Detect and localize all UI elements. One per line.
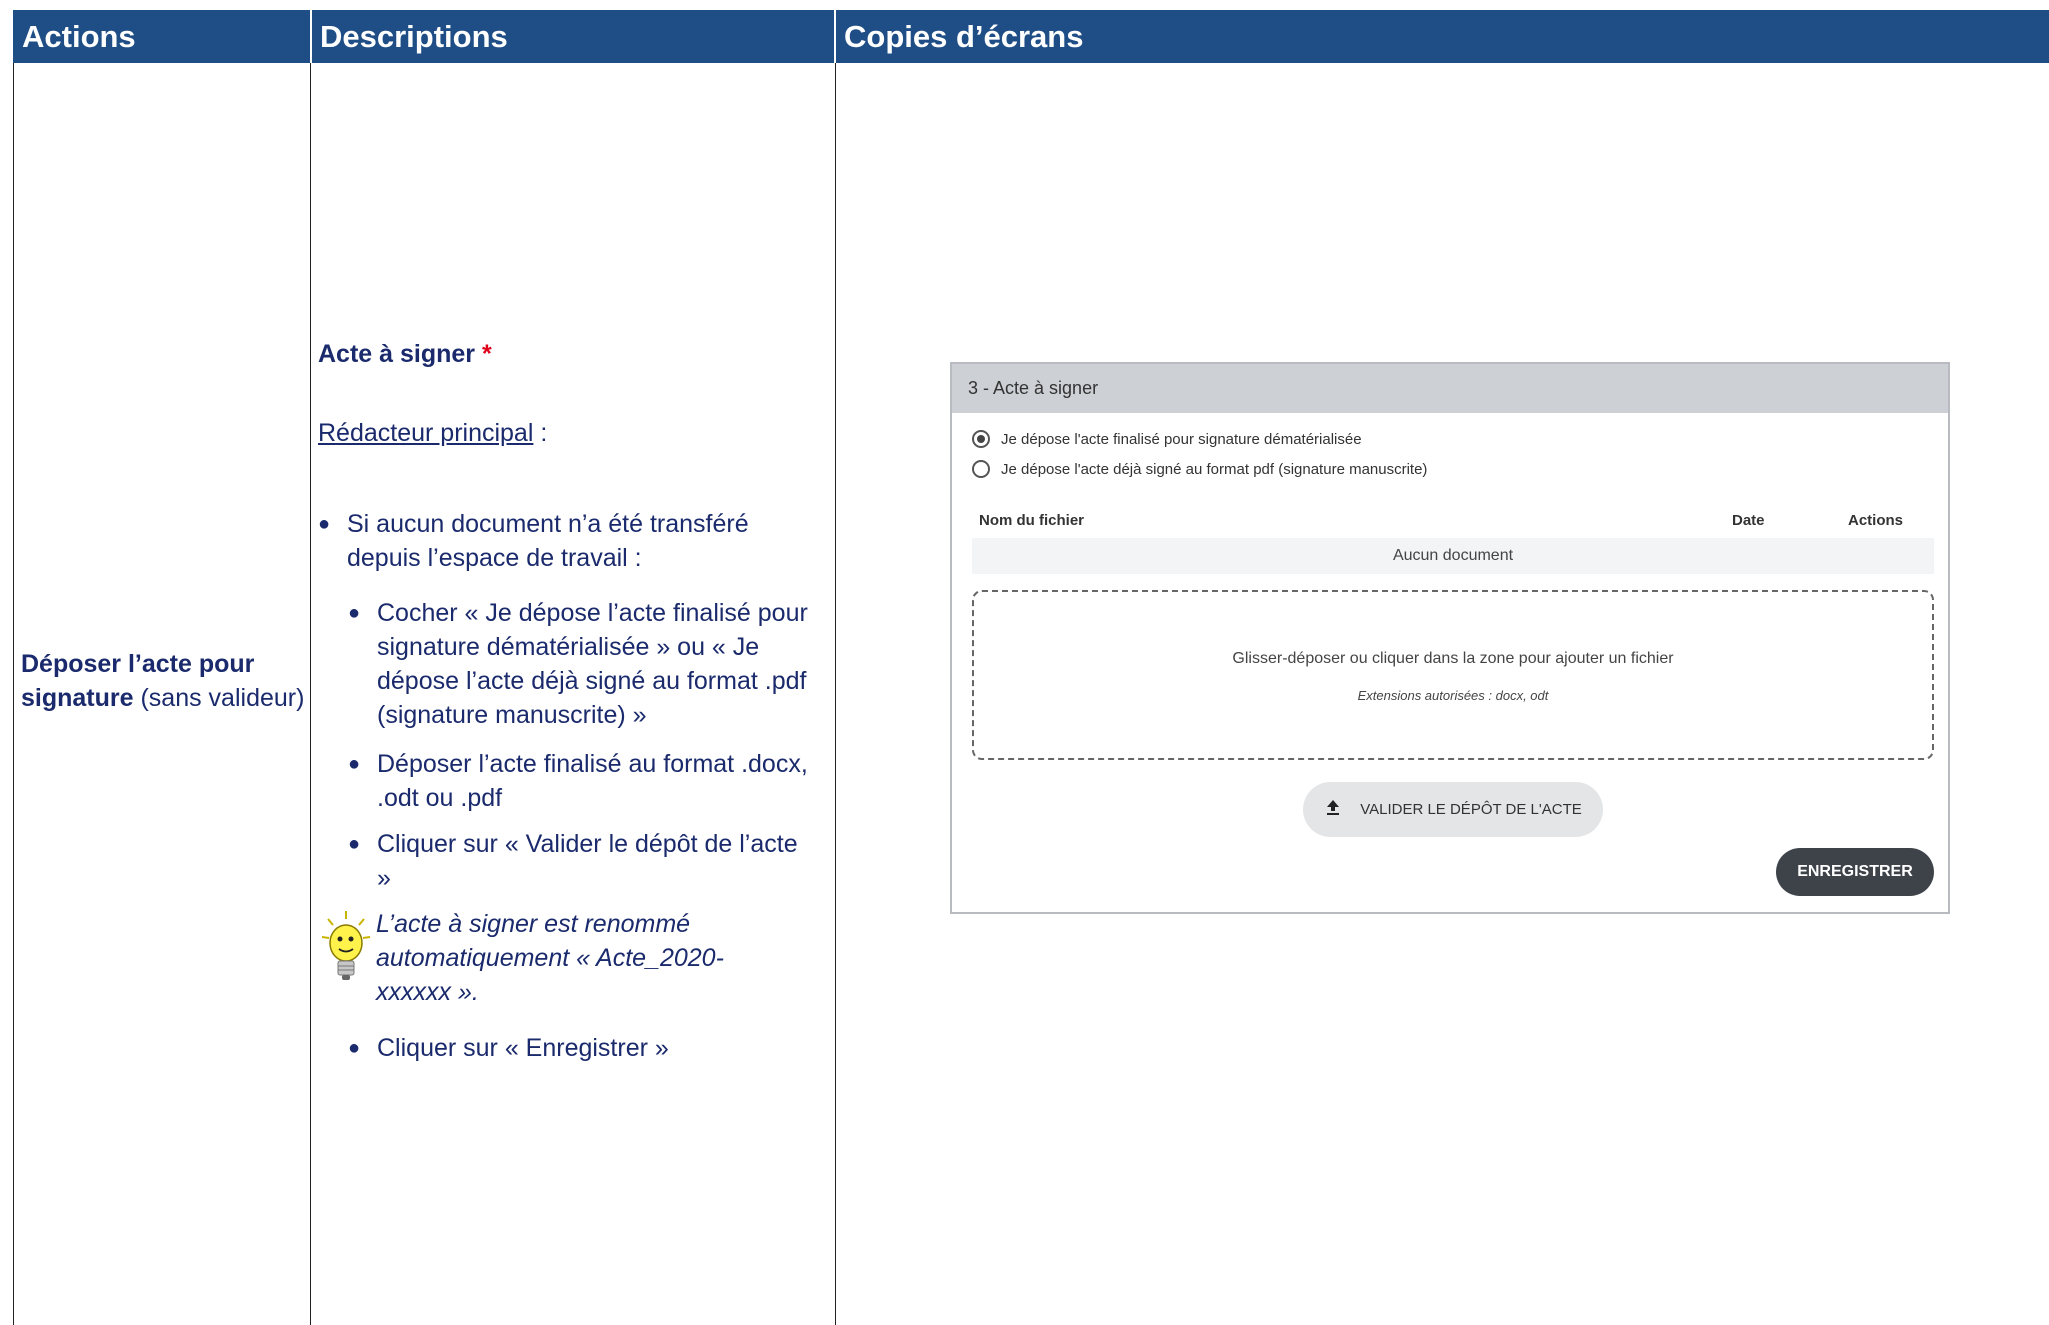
file-dropzone[interactable]: Glisser-déposer ou cliquer dans la zone …	[972, 590, 1934, 760]
column-header-actions: Actions	[1848, 512, 1904, 529]
empty-table-row: Aucun document	[972, 538, 1934, 574]
list-item: ● Cliquer sur « Enregistrer »	[348, 1031, 818, 1065]
bullet-icon: ●	[348, 1037, 361, 1059]
dropzone-extensions: Extensions autorisées : docx, odt	[1357, 688, 1549, 703]
bullet-icon: ●	[348, 602, 361, 624]
role-name: Rédacteur principal	[318, 419, 534, 447]
list-item: ● Cliquer sur « Valider le dépôt de l’ac…	[348, 827, 818, 895]
column-header-date: Date	[1732, 512, 1765, 529]
header-screenshots: Copies d’écrans	[844, 19, 1084, 54]
action-cell: Déposer l’acte pour signature (sans vali…	[21, 647, 306, 715]
column-divider	[310, 63, 311, 1325]
table-border	[13, 63, 14, 1325]
header-descriptions: Descriptions	[320, 19, 508, 54]
header-divider	[834, 10, 836, 63]
tip-text: L’acte à signer est renommé automatiquem…	[376, 910, 724, 1006]
screenshot-panel: 3 - Acte à signer Je dépose l'acte final…	[950, 362, 1950, 914]
list-item: ● Déposer l’acte finalisé au format .doc…	[348, 747, 818, 815]
upload-icon	[1324, 798, 1342, 821]
save-button[interactable]: ENREGISTRER	[1776, 848, 1934, 896]
role-label: Rédacteur principal :	[318, 419, 548, 447]
required-star: *	[481, 340, 492, 368]
radio-checked-icon[interactable]	[972, 430, 990, 448]
validate-upload-button[interactable]: VALIDER LE DÉPÔT DE L'ACTE	[1303, 782, 1603, 837]
bullet-icon: ●	[348, 833, 361, 855]
column-header-filename: Nom du fichier	[979, 512, 1085, 529]
radio-option-dematerialised[interactable]: Je dépose l'acte finalisé pour signature…	[972, 430, 1362, 448]
bullet-icon: ●	[318, 513, 331, 535]
bullet-icon: ●	[348, 753, 361, 775]
radio-unchecked-icon[interactable]	[972, 460, 990, 478]
radio-option-handwritten[interactable]: Je dépose l'acte déjà signé au format pd…	[972, 460, 1427, 478]
action-qualifier: (sans valideur)	[133, 684, 305, 712]
validate-upload-label: VALIDER LE DÉPÔT DE L'ACTE	[1360, 801, 1582, 818]
radio-label: Je dépose l'acte déjà signé au format pd…	[1001, 460, 1428, 478]
dropzone-instructions: Glisser-déposer ou cliquer dans la zone …	[1232, 650, 1674, 667]
panel-title: 3 - Acte à signer	[952, 364, 1948, 413]
list-item: ● Si aucun document n’a été transféré de…	[318, 507, 818, 575]
lightbulb-icon	[318, 907, 376, 985]
section-title: Acte à signer *	[318, 340, 492, 368]
radio-label: Je dépose l'acte finalisé pour signature…	[1001, 430, 1362, 448]
column-divider	[835, 63, 836, 1325]
list-item: ● Cocher « Je dépose l’acte finalisé pou…	[348, 596, 818, 732]
tip-note: L’acte à signer est renommé automatiquem…	[318, 907, 818, 1009]
header-actions: Actions	[22, 19, 136, 54]
table-header-row: Actions Descriptions Copies d’écrans	[13, 10, 2049, 63]
header-divider	[310, 10, 312, 63]
